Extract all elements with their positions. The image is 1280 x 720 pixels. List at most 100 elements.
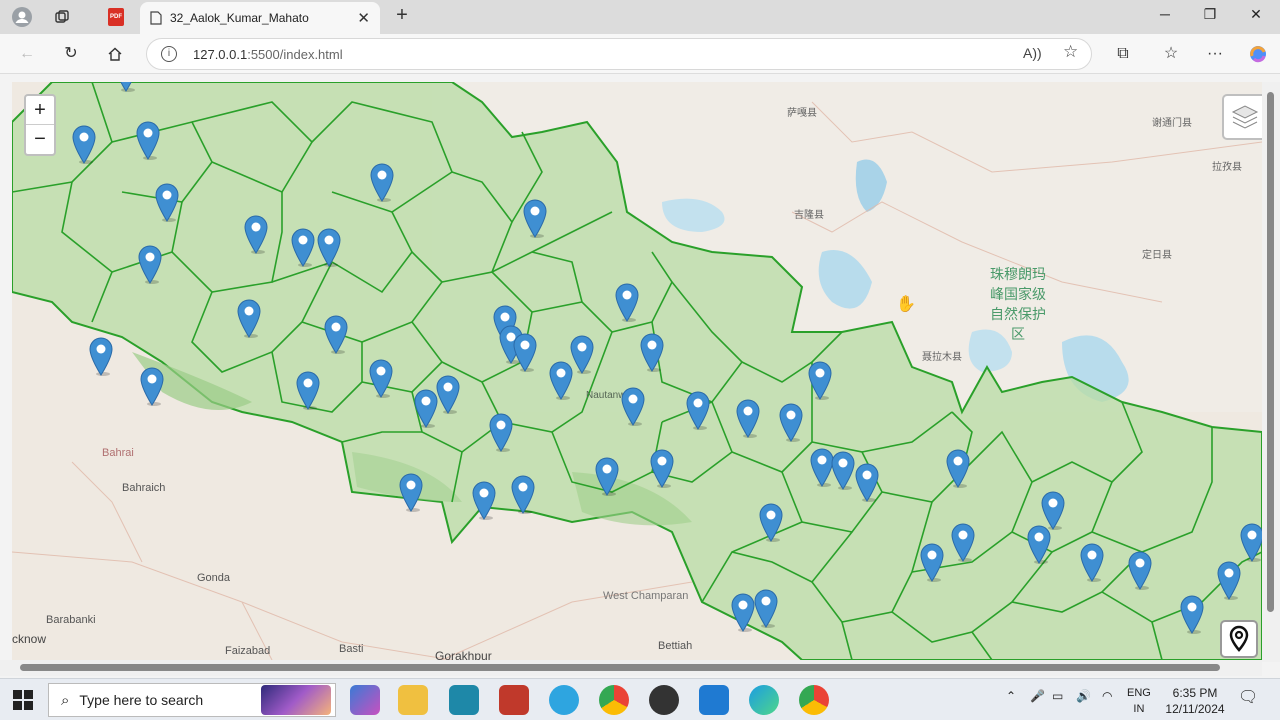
map-marker[interactable] — [471, 480, 497, 520]
app-icon[interactable] — [499, 685, 529, 715]
map-marker[interactable] — [807, 360, 833, 400]
map-marker[interactable] — [620, 386, 646, 426]
home-button[interactable] — [102, 42, 128, 66]
map-marker[interactable] — [594, 456, 620, 496]
map-marker[interactable] — [510, 474, 536, 514]
map-marker[interactable] — [1216, 560, 1242, 600]
pdf-tab-icon[interactable]: PDF — [102, 4, 130, 30]
map-marker[interactable] — [135, 120, 161, 160]
map-marker[interactable] — [139, 366, 165, 406]
map-marker[interactable] — [649, 448, 675, 488]
scroll-thumb[interactable] — [1267, 92, 1274, 612]
map-marker[interactable] — [522, 198, 548, 238]
more-menu-icon[interactable]: ··· — [1202, 42, 1228, 66]
search-app-icon[interactable] — [449, 685, 479, 715]
map-marker[interactable] — [88, 336, 114, 376]
extensions-icon[interactable]: ⧉ — [1110, 42, 1136, 66]
map-marker[interactable] — [1127, 550, 1153, 590]
new-tab-button[interactable]: + — [390, 4, 414, 27]
map-marker[interactable] — [154, 182, 180, 222]
taskbar-search-box[interactable]: ⌕ Type here to search — [48, 683, 336, 717]
county-label: 定日县 — [1142, 250, 1172, 261]
volume-icon[interactable]: 🔊 — [1076, 689, 1091, 703]
telegram-icon[interactable] — [549, 685, 579, 715]
windows-start-icon[interactable] — [12, 689, 34, 711]
favorites-icon[interactable]: ☆ — [1158, 42, 1184, 66]
read-aloud-icon[interactable]: A)) — [1023, 45, 1042, 61]
app-icon[interactable] — [649, 685, 679, 715]
map-marker[interactable] — [919, 542, 945, 582]
map-marker[interactable] — [137, 244, 163, 284]
map-marker[interactable] — [243, 214, 269, 254]
reload-button[interactable]: ↻ — [58, 42, 84, 66]
map-marker[interactable] — [323, 314, 349, 354]
site-info-icon[interactable]: i — [161, 46, 177, 62]
map-marker[interactable] — [830, 450, 856, 490]
favorite-star-icon[interactable]: ☆ — [1063, 42, 1078, 62]
map-marker[interactable] — [290, 227, 316, 267]
copilot-app-icon[interactable] — [350, 685, 380, 715]
chrome-icon[interactable] — [599, 685, 629, 715]
map-marker[interactable] — [488, 412, 514, 452]
language-indicator[interactable]: ENG IN — [1127, 685, 1151, 717]
map-marker[interactable] — [236, 298, 262, 338]
map-marker[interactable] — [945, 448, 971, 488]
map-marker[interactable] — [548, 360, 574, 400]
map-marker[interactable] — [398, 472, 424, 512]
map-marker[interactable] — [685, 390, 711, 430]
map-marker[interactable] — [758, 502, 784, 542]
map-marker[interactable] — [735, 398, 761, 438]
scroll-thumb[interactable] — [20, 664, 1220, 671]
vscode-icon[interactable] — [699, 685, 729, 715]
profile-avatar[interactable] — [8, 4, 36, 30]
microphone-icon[interactable]: 🎤 — [1030, 689, 1045, 703]
map-marker[interactable] — [295, 370, 321, 410]
zoom-in-button[interactable]: + — [26, 96, 54, 125]
zoom-out-button[interactable]: − — [26, 125, 54, 154]
map-marker[interactable] — [316, 227, 342, 267]
map-marker[interactable] — [369, 162, 395, 202]
pdf-badge: PDF — [108, 8, 124, 26]
workspaces-icon[interactable] — [48, 4, 76, 30]
copilot-icon[interactable] — [1245, 42, 1271, 66]
file-explorer-icon[interactable] — [398, 685, 428, 715]
map-marker[interactable] — [435, 374, 461, 414]
map-marker[interactable] — [368, 358, 394, 398]
map-marker[interactable] — [639, 332, 665, 372]
map-marker[interactable] — [1040, 490, 1066, 530]
back-button[interactable]: ← — [14, 42, 40, 66]
battery-icon[interactable]: ▭ — [1052, 689, 1063, 703]
wifi-icon[interactable]: ◠ — [1102, 689, 1112, 703]
url-host: 127.0.0.1 — [193, 46, 248, 62]
map-marker[interactable] — [753, 588, 779, 628]
layers-control-button[interactable] — [1222, 94, 1262, 140]
notifications-icon[interactable]: 🗨 — [1238, 687, 1258, 707]
close-tab-icon[interactable]: ✕ — [357, 9, 370, 27]
vertical-scrollbar[interactable] — [1262, 82, 1280, 662]
search-placeholder: Type here to search — [79, 692, 204, 708]
locate-me-button[interactable] — [1220, 620, 1258, 658]
clock[interactable]: 6:35 PM 12/11/2024 — [1160, 685, 1230, 717]
chrome-profile-icon[interactable] — [799, 685, 829, 715]
edge-icon[interactable] — [749, 685, 779, 715]
map-marker[interactable] — [778, 402, 804, 442]
map-view[interactable]: Bahrai Bahraich Gonda Barabanki cknow Fa… — [12, 82, 1262, 660]
restore-button[interactable]: ❐ — [1190, 6, 1230, 23]
map-marker[interactable] — [1179, 594, 1205, 634]
map-marker[interactable] — [1079, 542, 1105, 582]
map-marker[interactable] — [71, 124, 97, 164]
map-marker[interactable] — [854, 462, 880, 502]
map-marker[interactable] — [1239, 522, 1262, 562]
map-marker[interactable] — [113, 82, 139, 92]
minimize-button[interactable]: ─ — [1145, 6, 1185, 22]
close-window-button[interactable]: ✕ — [1236, 6, 1276, 23]
map-marker[interactable] — [512, 332, 538, 372]
map-marker[interactable] — [614, 282, 640, 322]
location-pin-icon — [1229, 625, 1249, 652]
show-hidden-icons[interactable]: ⌃ — [1006, 689, 1016, 703]
map-marker[interactable] — [950, 522, 976, 562]
horizontal-scrollbar[interactable] — [0, 660, 1262, 676]
active-tab[interactable]: 32_Aalok_Kumar_Mahato ✕ — [140, 2, 380, 34]
url-path: :5500/index.html — [247, 46, 343, 62]
address-bar[interactable]: i 127.0.0.1:5500/index.html A)) ☆ — [146, 38, 1092, 70]
